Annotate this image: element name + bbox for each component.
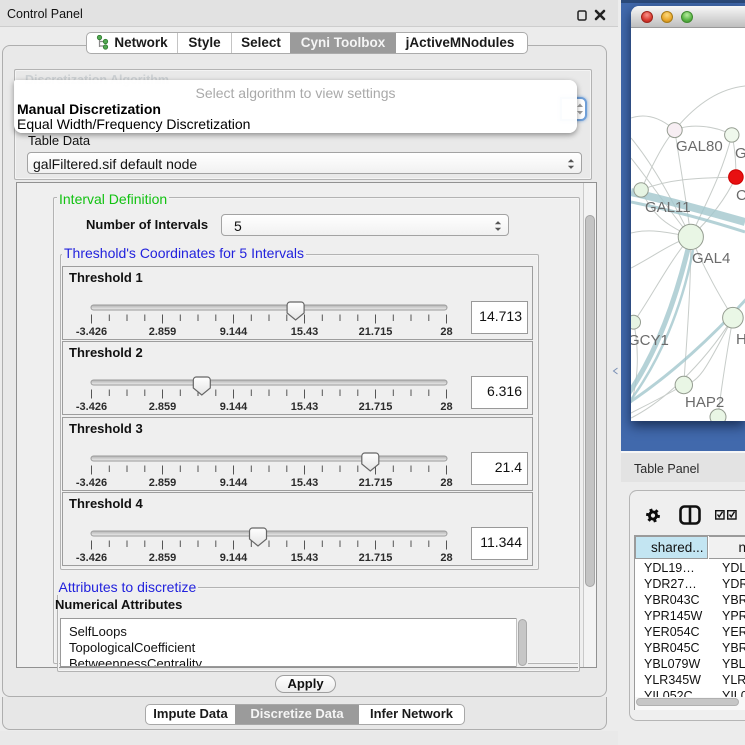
svg-text:H: H: [736, 331, 745, 348]
svg-text:HAP2: HAP2: [685, 394, 724, 411]
svg-text:G: G: [735, 145, 745, 162]
svg-text:C: C: [736, 187, 745, 204]
svg-text:GAL80: GAL80: [676, 138, 723, 155]
svg-text:GCY1: GCY1: [631, 332, 669, 349]
svg-text:GAL11: GAL11: [645, 199, 691, 216]
svg-text:GAL4: GAL4: [692, 250, 730, 267]
